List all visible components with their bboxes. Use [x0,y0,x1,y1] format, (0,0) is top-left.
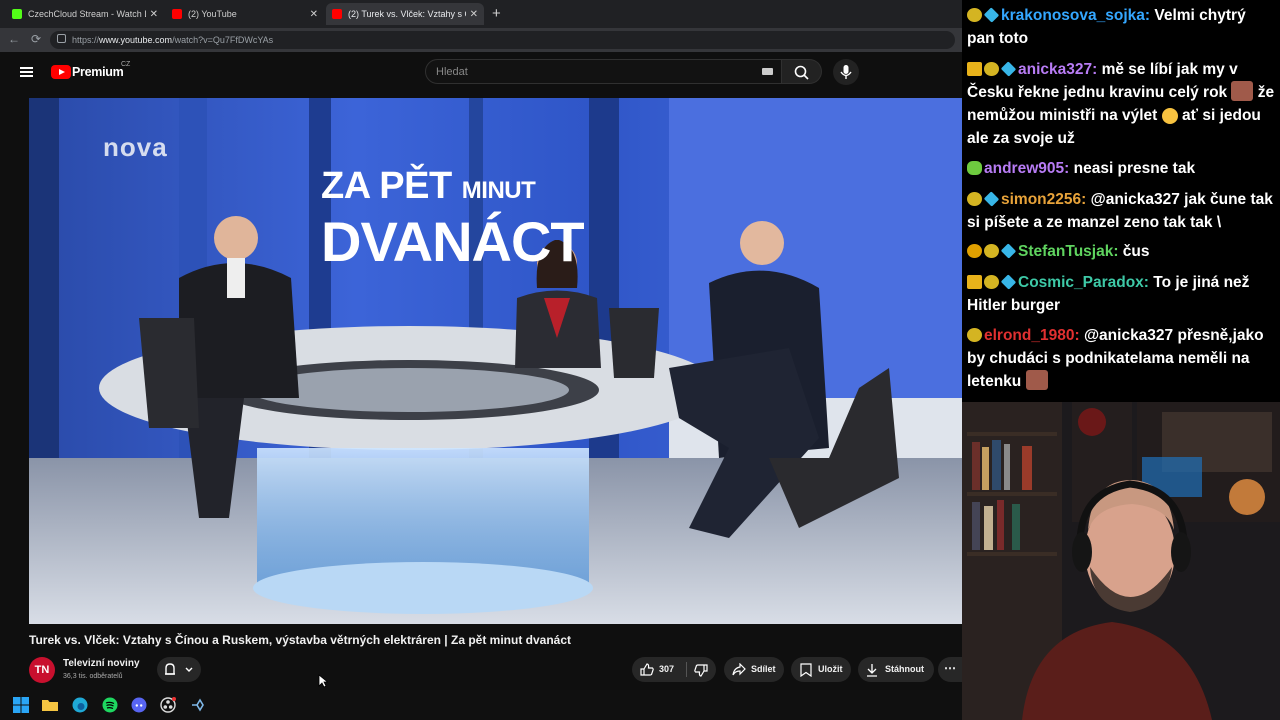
steam-icon[interactable] [190,697,206,713]
kick-favicon-icon [12,9,22,19]
gem-badge-icon [1000,243,1017,259]
reload-icon[interactable]: ⟳ [31,32,41,46]
warning-badge-icon [967,244,982,258]
gem-badge-icon [1000,274,1017,290]
notification-bell-button[interactable] [157,657,201,682]
chat-message: krakonosova_sojka: Velmi chytrý pan toto [967,7,1246,47]
stream-chat: krakonosova_sojka: Velmi chytrý pan toto… [962,0,1280,402]
voice-search-button[interactable] [833,59,859,85]
chat-text: čus [1122,243,1150,260]
youtube-favicon-icon [172,9,182,19]
chat-username[interactable]: elrond_1980 [984,327,1074,344]
more-dots-icon: ⋯ [944,661,956,675]
gem-badge-icon [983,7,1000,23]
crown-badge-icon [967,62,982,76]
obs-studio-icon[interactable] [160,697,176,713]
tab-bar: CzechCloud Stream - Watch Live o ✕ (2) Y… [0,0,962,28]
new-tab-button[interactable]: + [492,5,501,22]
chat-username[interactable]: StefanTusjak [1018,243,1113,260]
site-info-icon[interactable] [57,34,66,43]
close-tab-icon[interactable]: ✕ [470,9,478,20]
video-player[interactable]: nova ZA PĚT MINUT DVANÁCT [29,98,962,624]
subscriber-badge-icon [984,244,999,258]
windows-taskbar [0,690,962,720]
bell-icon [165,663,193,675]
angry-emote-icon [1025,370,1048,390]
url-field[interactable]: https://www.youtube.com/watch?v=Qu7FfDWc… [50,31,955,49]
youtube-premium-logo[interactable]: Premium [72,65,124,79]
show-title-overlay: ZA PĚT MINUT DVANÁCT [321,165,585,273]
spotify-icon[interactable] [102,697,118,713]
youtube-favicon-icon [332,9,342,19]
crown-badge-icon [967,275,982,289]
chat-username[interactable]: anicka327 [1018,61,1092,78]
green-badge-icon [967,161,982,175]
close-tab-icon[interactable]: ✕ [150,9,158,20]
close-tab-icon[interactable]: ✕ [310,9,318,20]
chat-username[interactable]: Cosmic_Paradox [1018,274,1144,291]
tab-video-active[interactable]: (2) Turek vs. Vlček: Vztahy s Čínou ✕ [326,3,484,25]
chat-message: StefanTusjak: čus [967,240,1275,263]
chat-message: anicka327: mě se líbí jak my v Česku řek… [967,61,1275,147]
chat-message: Cosmic_Paradox: To je jiná než Hitler bu… [967,274,1250,314]
nova-channel-logo: nova [103,132,168,162]
back-arrow-icon[interactable]: ← [8,32,20,46]
like-count[interactable]: 307 [659,657,674,682]
chat-message: andrew905: neasi presne tak [967,157,1275,180]
microphone-icon [840,65,852,79]
streamer-webcam-image [962,402,1280,720]
thumbs-up-icon[interactable] [640,663,654,676]
tab-czechcloud[interactable]: CzechCloud Stream - Watch Live o ✕ [6,3,164,25]
gem-badge-icon [1000,61,1017,77]
webcam-feed [962,402,1280,720]
channel-avatar[interactable]: TN [29,657,55,683]
chat-message: elrond_1980: @anicka327 přesně,jako by c… [967,327,1264,390]
youtube-logo-icon[interactable] [51,65,71,79]
save-button[interactable]: Uložit [791,657,851,682]
discord-icon[interactable] [131,697,147,713]
more-actions-button[interactable]: ⋯ [938,657,962,682]
tab-youtube[interactable]: (2) YouTube ✕ [166,3,324,25]
chat-username[interactable]: andrew905 [984,160,1064,177]
laughing-emoji-icon [1161,108,1178,124]
search-button[interactable] [782,59,822,84]
chat-username[interactable]: simon2256 [1001,191,1081,208]
video-title: Turek vs. Vlček: Vztahy s Čínou a Ruskem… [29,633,572,647]
gem-badge-icon [983,191,1000,207]
subscriber-count: 36,3 tis. odběratelů [63,673,123,680]
subscriber-badge-icon [984,275,999,289]
thumbs-down-icon[interactable] [694,664,708,677]
mouse-cursor-icon [318,674,328,688]
angry-emote-icon [1231,81,1254,101]
share-icon [732,663,746,676]
chat-username[interactable]: krakonosova_sojka [1001,7,1145,24]
search-input[interactable] [434,65,738,79]
download-icon [867,664,877,677]
search-box [425,59,782,84]
bookmark-icon [800,663,812,677]
chat-message: simon2256: @anicka327 jak čune tak si pí… [967,191,1273,231]
subscriber-badge-icon [967,192,982,206]
subscriber-badge-icon [984,62,999,76]
subscriber-badge-icon [967,8,982,22]
address-bar-row: ← ⟳ https://www.youtube.com/watch?v=Qu7F… [0,28,962,52]
hamburger-menu-icon[interactable] [20,67,33,77]
like-dislike-group: 307 [632,657,716,682]
browser-window: CzechCloud Stream - Watch Live o ✕ (2) Y… [0,0,962,690]
keyboard-icon[interactable] [762,68,773,75]
country-code: CZ [121,61,131,68]
windows-start-icon[interactable] [13,697,29,713]
edge-browser-icon[interactable] [72,697,88,713]
channel-name[interactable]: Televizní noviny [63,658,140,669]
chat-text: neasi presne tak [1073,160,1196,177]
download-button[interactable]: Stáhnout [858,657,934,682]
share-button[interactable]: Sdílet [724,657,784,682]
search-icon [794,65,809,80]
subscriber-badge-icon [967,328,982,342]
file-explorer-icon[interactable] [42,697,58,713]
